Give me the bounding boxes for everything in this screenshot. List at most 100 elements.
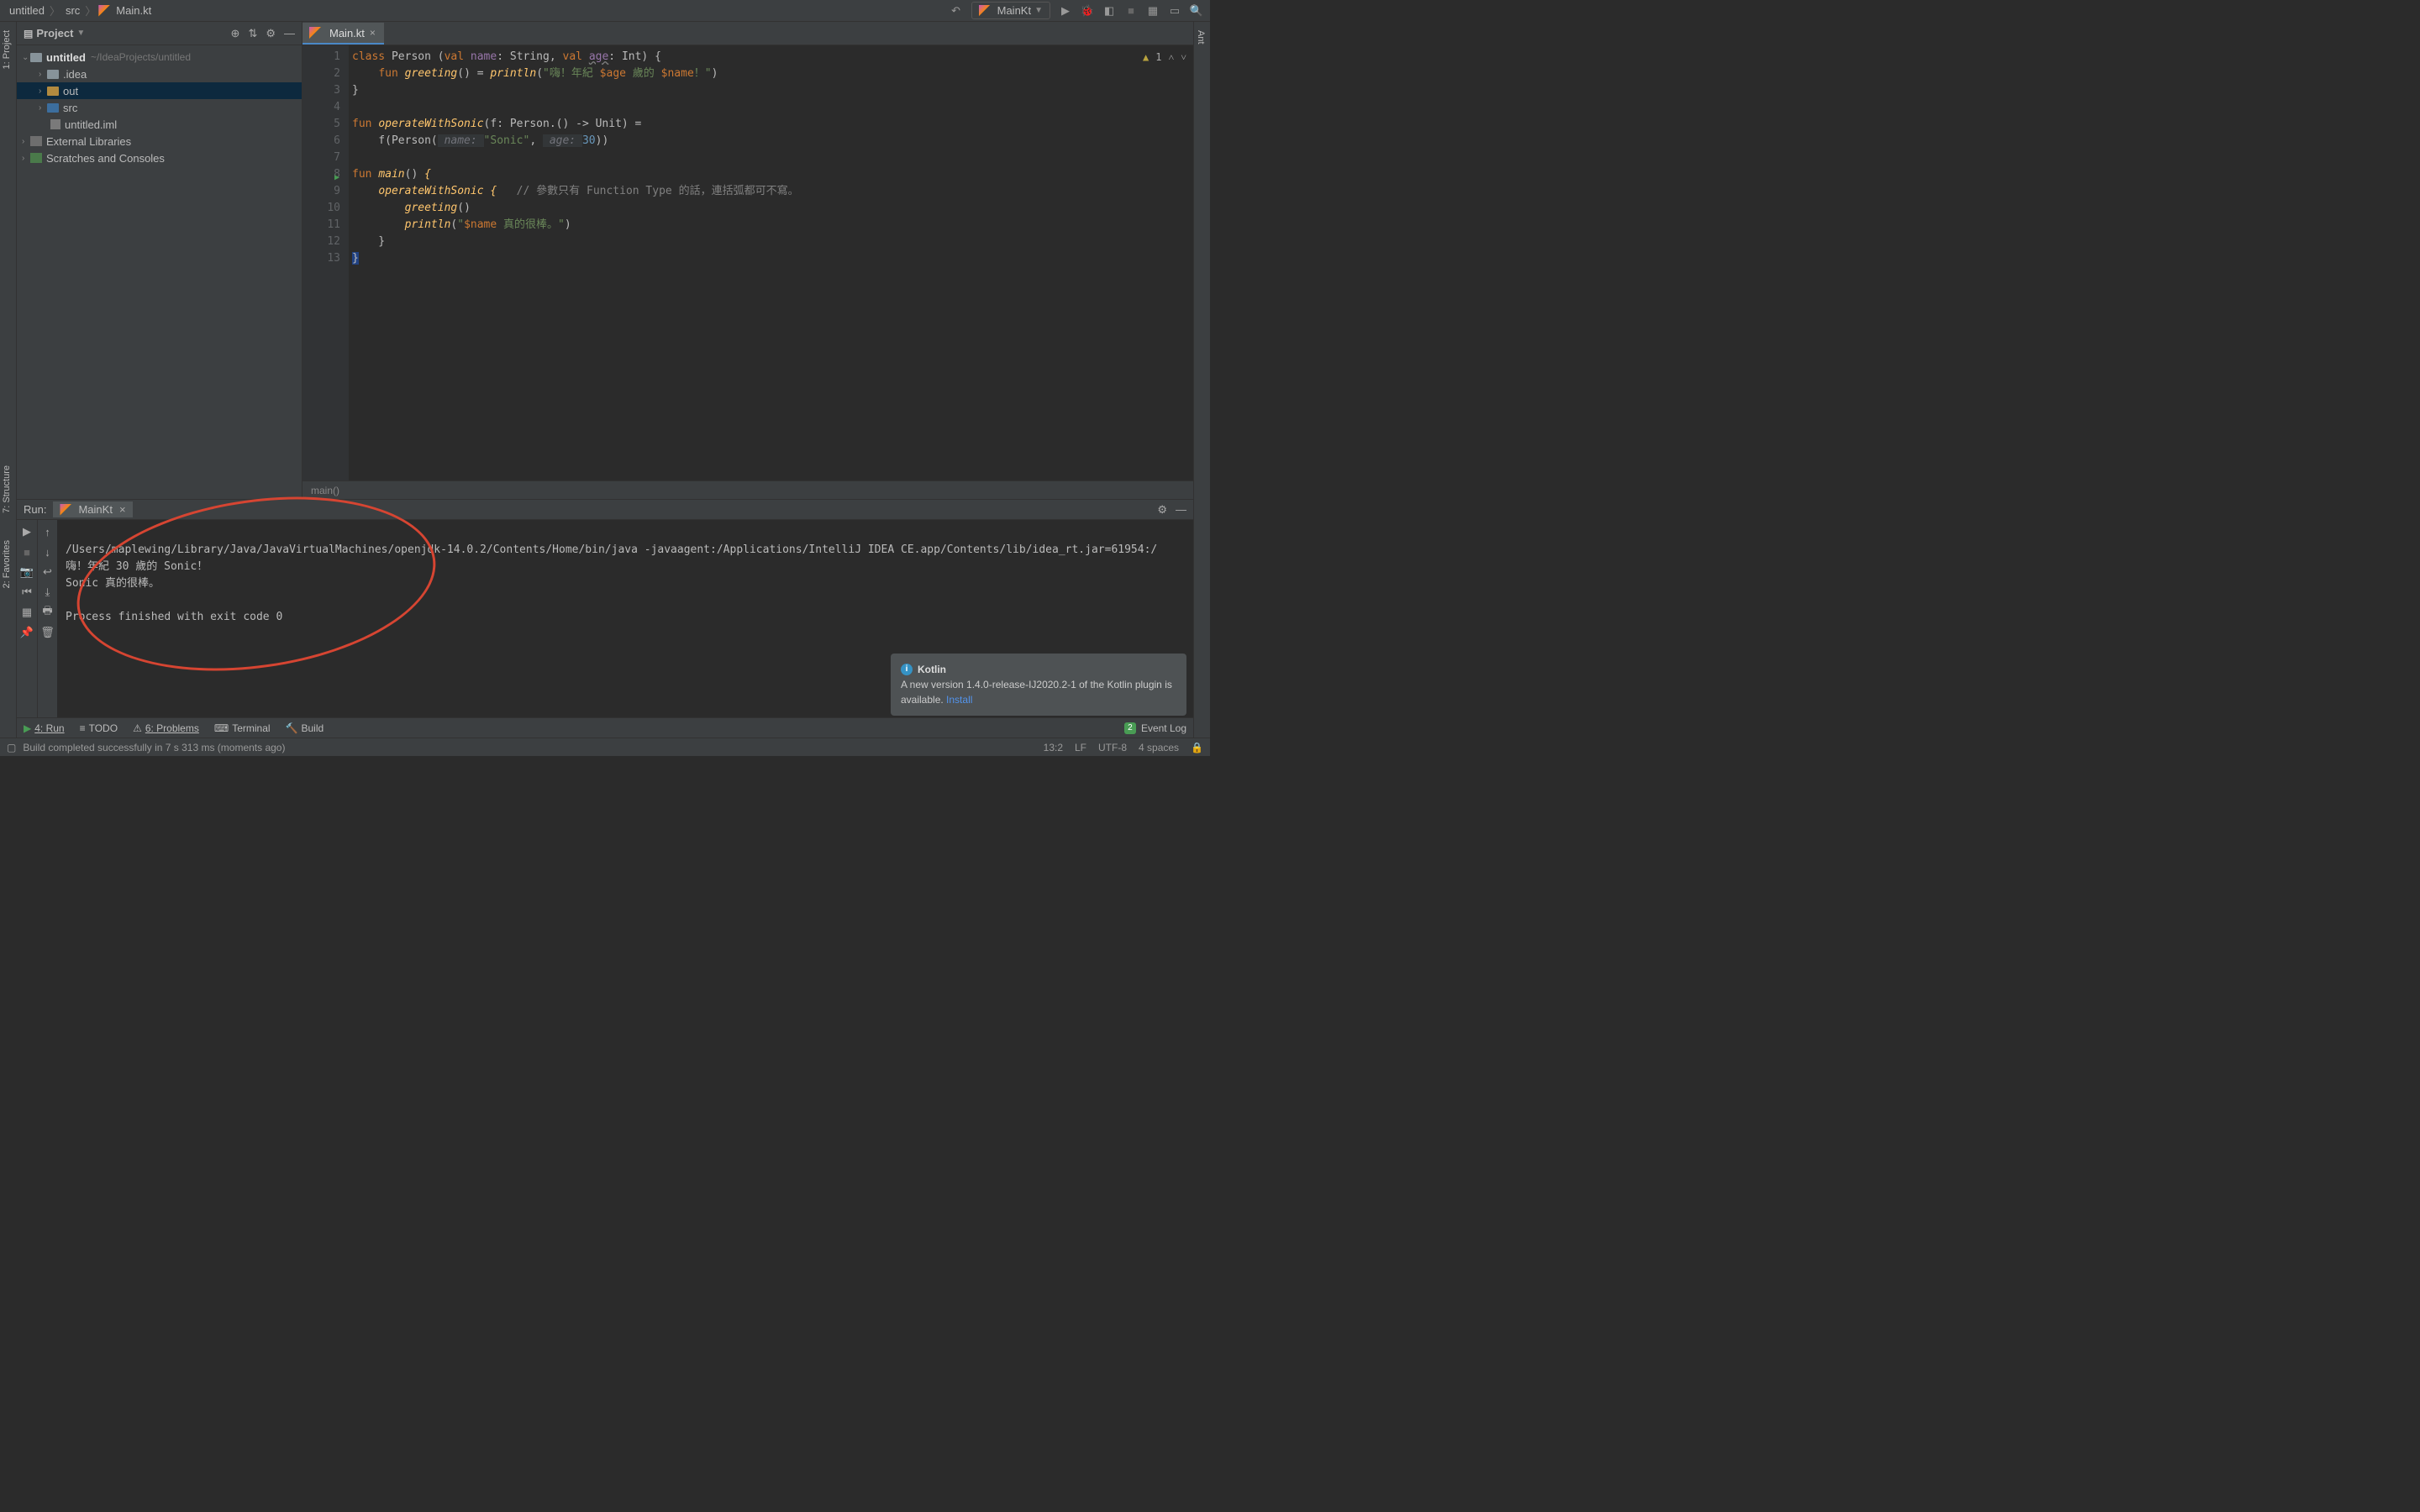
editor-body[interactable]: 1 2 3 4 5 6 7 8▶ 9 10 11 12 13 ▲ 1 <box>302 45 1193 480</box>
folder-icon <box>47 70 59 79</box>
indent[interactable]: 4 spaces <box>1139 742 1179 753</box>
layout-icon[interactable]: ▦ <box>20 606 34 619</box>
tool-todo[interactable]: ≡TODO <box>80 722 118 734</box>
expand-arrow-icon[interactable]: › <box>39 103 47 113</box>
close-tab-icon[interactable]: × <box>370 27 376 39</box>
exit-icon[interactable]: ⏮ <box>20 585 34 599</box>
tree-scratches[interactable]: › Scratches and Consoles <box>17 150 302 166</box>
bottom-tool-bar: ▶4: Run ≡TODO ⚠6: Problems ⌨Terminal 🔨Bu… <box>17 717 1193 738</box>
expand-arrow-icon[interactable]: › <box>39 87 47 96</box>
hide-icon[interactable]: — <box>1176 503 1186 517</box>
tree-item-label: out <box>63 85 78 97</box>
expand-arrow-icon[interactable]: › <box>22 137 30 146</box>
project-title: Project <box>36 27 73 39</box>
run-tab[interactable]: MainKt × <box>53 501 132 517</box>
balloon-body: A new version 1.4.0-release-IJ2020.2-1 o… <box>901 679 1172 706</box>
editor-tab-active[interactable]: Main.kt × <box>302 23 384 45</box>
warning-count: 1 <box>1155 49 1161 66</box>
tree-item-label: External Libraries <box>46 135 131 148</box>
tool-run[interactable]: ▶4: Run <box>24 722 65 734</box>
down-icon[interactable]: ↓ <box>41 545 55 559</box>
rail-favorites-tab[interactable]: 2: Favorites <box>0 535 13 593</box>
left-tool-rail: 1: Project 7: Structure 2: Favorites <box>0 22 17 738</box>
right-tool-rail: Ant <box>1193 22 1210 738</box>
expand-icon[interactable]: ⇅ <box>248 27 257 40</box>
pin-icon[interactable]: 📌 <box>20 626 34 639</box>
tool-terminal[interactable]: ⌨Terminal <box>214 722 271 734</box>
stop-icon[interactable]: ■ <box>20 545 34 559</box>
expand-arrow-icon[interactable]: › <box>39 70 47 79</box>
tool-event-log[interactable]: Event Log <box>1141 722 1186 734</box>
run-icon[interactable]: ▶ <box>1059 4 1072 18</box>
expand-arrow-icon[interactable]: ⌄ <box>22 53 30 62</box>
status-icon[interactable]: ▢ <box>7 742 16 753</box>
project-tool-window: ▤ Project ▼ ⊕ ⇅ ⚙ — ⌄ untitled ~/IdeaPro… <box>17 22 302 499</box>
notification-balloon[interactable]: iKotlin A new version 1.4.0-release-IJ20… <box>891 654 1186 716</box>
wrap-icon[interactable]: ↩ <box>41 565 55 579</box>
tree-external-libs[interactable]: › External Libraries <box>17 133 302 150</box>
kotlin-file-icon <box>309 27 321 39</box>
tree-item-selected[interactable]: › out <box>17 82 302 99</box>
line-number: 1 <box>302 49 340 66</box>
line-separator[interactable]: LF <box>1075 742 1086 753</box>
search-icon[interactable]: 🔍 <box>1190 4 1203 18</box>
window-icon[interactable]: ▭ <box>1168 4 1181 18</box>
coverage-icon[interactable]: ◧ <box>1102 4 1116 18</box>
tree-item-label: .idea <box>63 68 87 81</box>
tool-problems[interactable]: ⚠6: Problems <box>133 722 199 734</box>
project-tree[interactable]: ⌄ untitled ~/IdeaProjects/untitled › .id… <box>17 45 302 499</box>
hide-icon[interactable]: — <box>284 27 295 40</box>
readonly-lock-icon[interactable]: 🔒 <box>1191 742 1203 753</box>
status-message: Build completed successfully in 7 s 313 … <box>23 742 285 753</box>
editor-breadcrumb[interactable]: main() <box>302 480 1193 499</box>
caret-position[interactable]: 13:2 <box>1044 742 1063 753</box>
balloon-title: Kotlin <box>918 662 946 677</box>
sync-icon[interactable]: ↶ <box>950 4 963 18</box>
breadcrumb-project[interactable]: untitled <box>7 4 47 17</box>
tool-build[interactable]: 🔨Build <box>286 722 324 734</box>
rail-ant-tab[interactable]: Ant <box>1194 25 1207 50</box>
expand-arrow-icon[interactable]: › <box>22 154 30 163</box>
dropdown-arrow-icon[interactable]: ▼ <box>76 29 85 38</box>
tree-item[interactable]: › src <box>17 99 302 116</box>
project-folder-icon <box>30 53 42 62</box>
kotlin-icon <box>60 504 71 516</box>
tree-root[interactable]: ⌄ untitled ~/IdeaProjects/untitled <box>17 49 302 66</box>
warning-icon: ▲ <box>1143 49 1149 66</box>
tree-item[interactable]: untitled.iml <box>17 116 302 133</box>
rail-structure-tab[interactable]: 7: Structure <box>0 460 13 518</box>
gutter[interactable]: 1 2 3 4 5 6 7 8▶ 9 10 11 12 13 <box>302 45 349 480</box>
gear-icon[interactable]: ⚙ <box>1157 503 1167 517</box>
rerun-icon[interactable]: ▶ <box>20 525 34 538</box>
encoding[interactable]: UTF-8 <box>1098 742 1127 753</box>
prev-highlight-icon[interactable]: ˄ <box>1168 49 1174 66</box>
close-icon[interactable]: × <box>119 503 126 516</box>
file-icon <box>50 119 60 129</box>
run-configuration-selector[interactable]: MainKt ▼ <box>971 2 1050 19</box>
line-number: 4 <box>302 99 340 116</box>
rail-project-tab[interactable]: 1: Project <box>0 25 13 74</box>
chevron-right-icon: 〉 <box>47 3 63 18</box>
install-link[interactable]: Install <box>946 694 972 706</box>
inspection-widget[interactable]: ▲ 1 ˄ ˅ <box>1143 49 1186 66</box>
run-title: Run: <box>24 503 46 516</box>
scroll-icon[interactable]: ⤓ <box>41 585 55 599</box>
tree-item[interactable]: › .idea <box>17 66 302 82</box>
print-icon[interactable]: 🖶 <box>41 606 55 619</box>
select-file-icon[interactable]: ⊕ <box>231 27 240 40</box>
next-highlight-icon[interactable]: ˅ <box>1181 49 1186 66</box>
console-line: Process finished with exit code 0 <box>66 611 282 623</box>
stop-icon[interactable]: ■ <box>1124 4 1138 18</box>
gear-icon[interactable]: ⚙ <box>266 27 276 40</box>
code-area[interactable]: ▲1 ˄ ˅ class Person (val name: String, v… <box>349 45 1193 480</box>
project-structure-icon[interactable]: ▦ <box>1146 4 1160 18</box>
up-icon[interactable]: ↑ <box>41 525 55 538</box>
scratches-icon <box>30 153 42 163</box>
dump-icon[interactable]: 📷 <box>20 565 34 579</box>
breadcrumb-file[interactable]: Main.kt <box>113 4 154 17</box>
tree-item-label: untitled.iml <box>65 118 117 131</box>
gutter-run-icon[interactable]: ▶ <box>334 170 339 186</box>
breadcrumb-folder[interactable]: src <box>63 4 82 17</box>
debug-icon[interactable]: 🐞 <box>1081 4 1094 18</box>
clear-icon[interactable]: 🗑 <box>41 626 55 639</box>
